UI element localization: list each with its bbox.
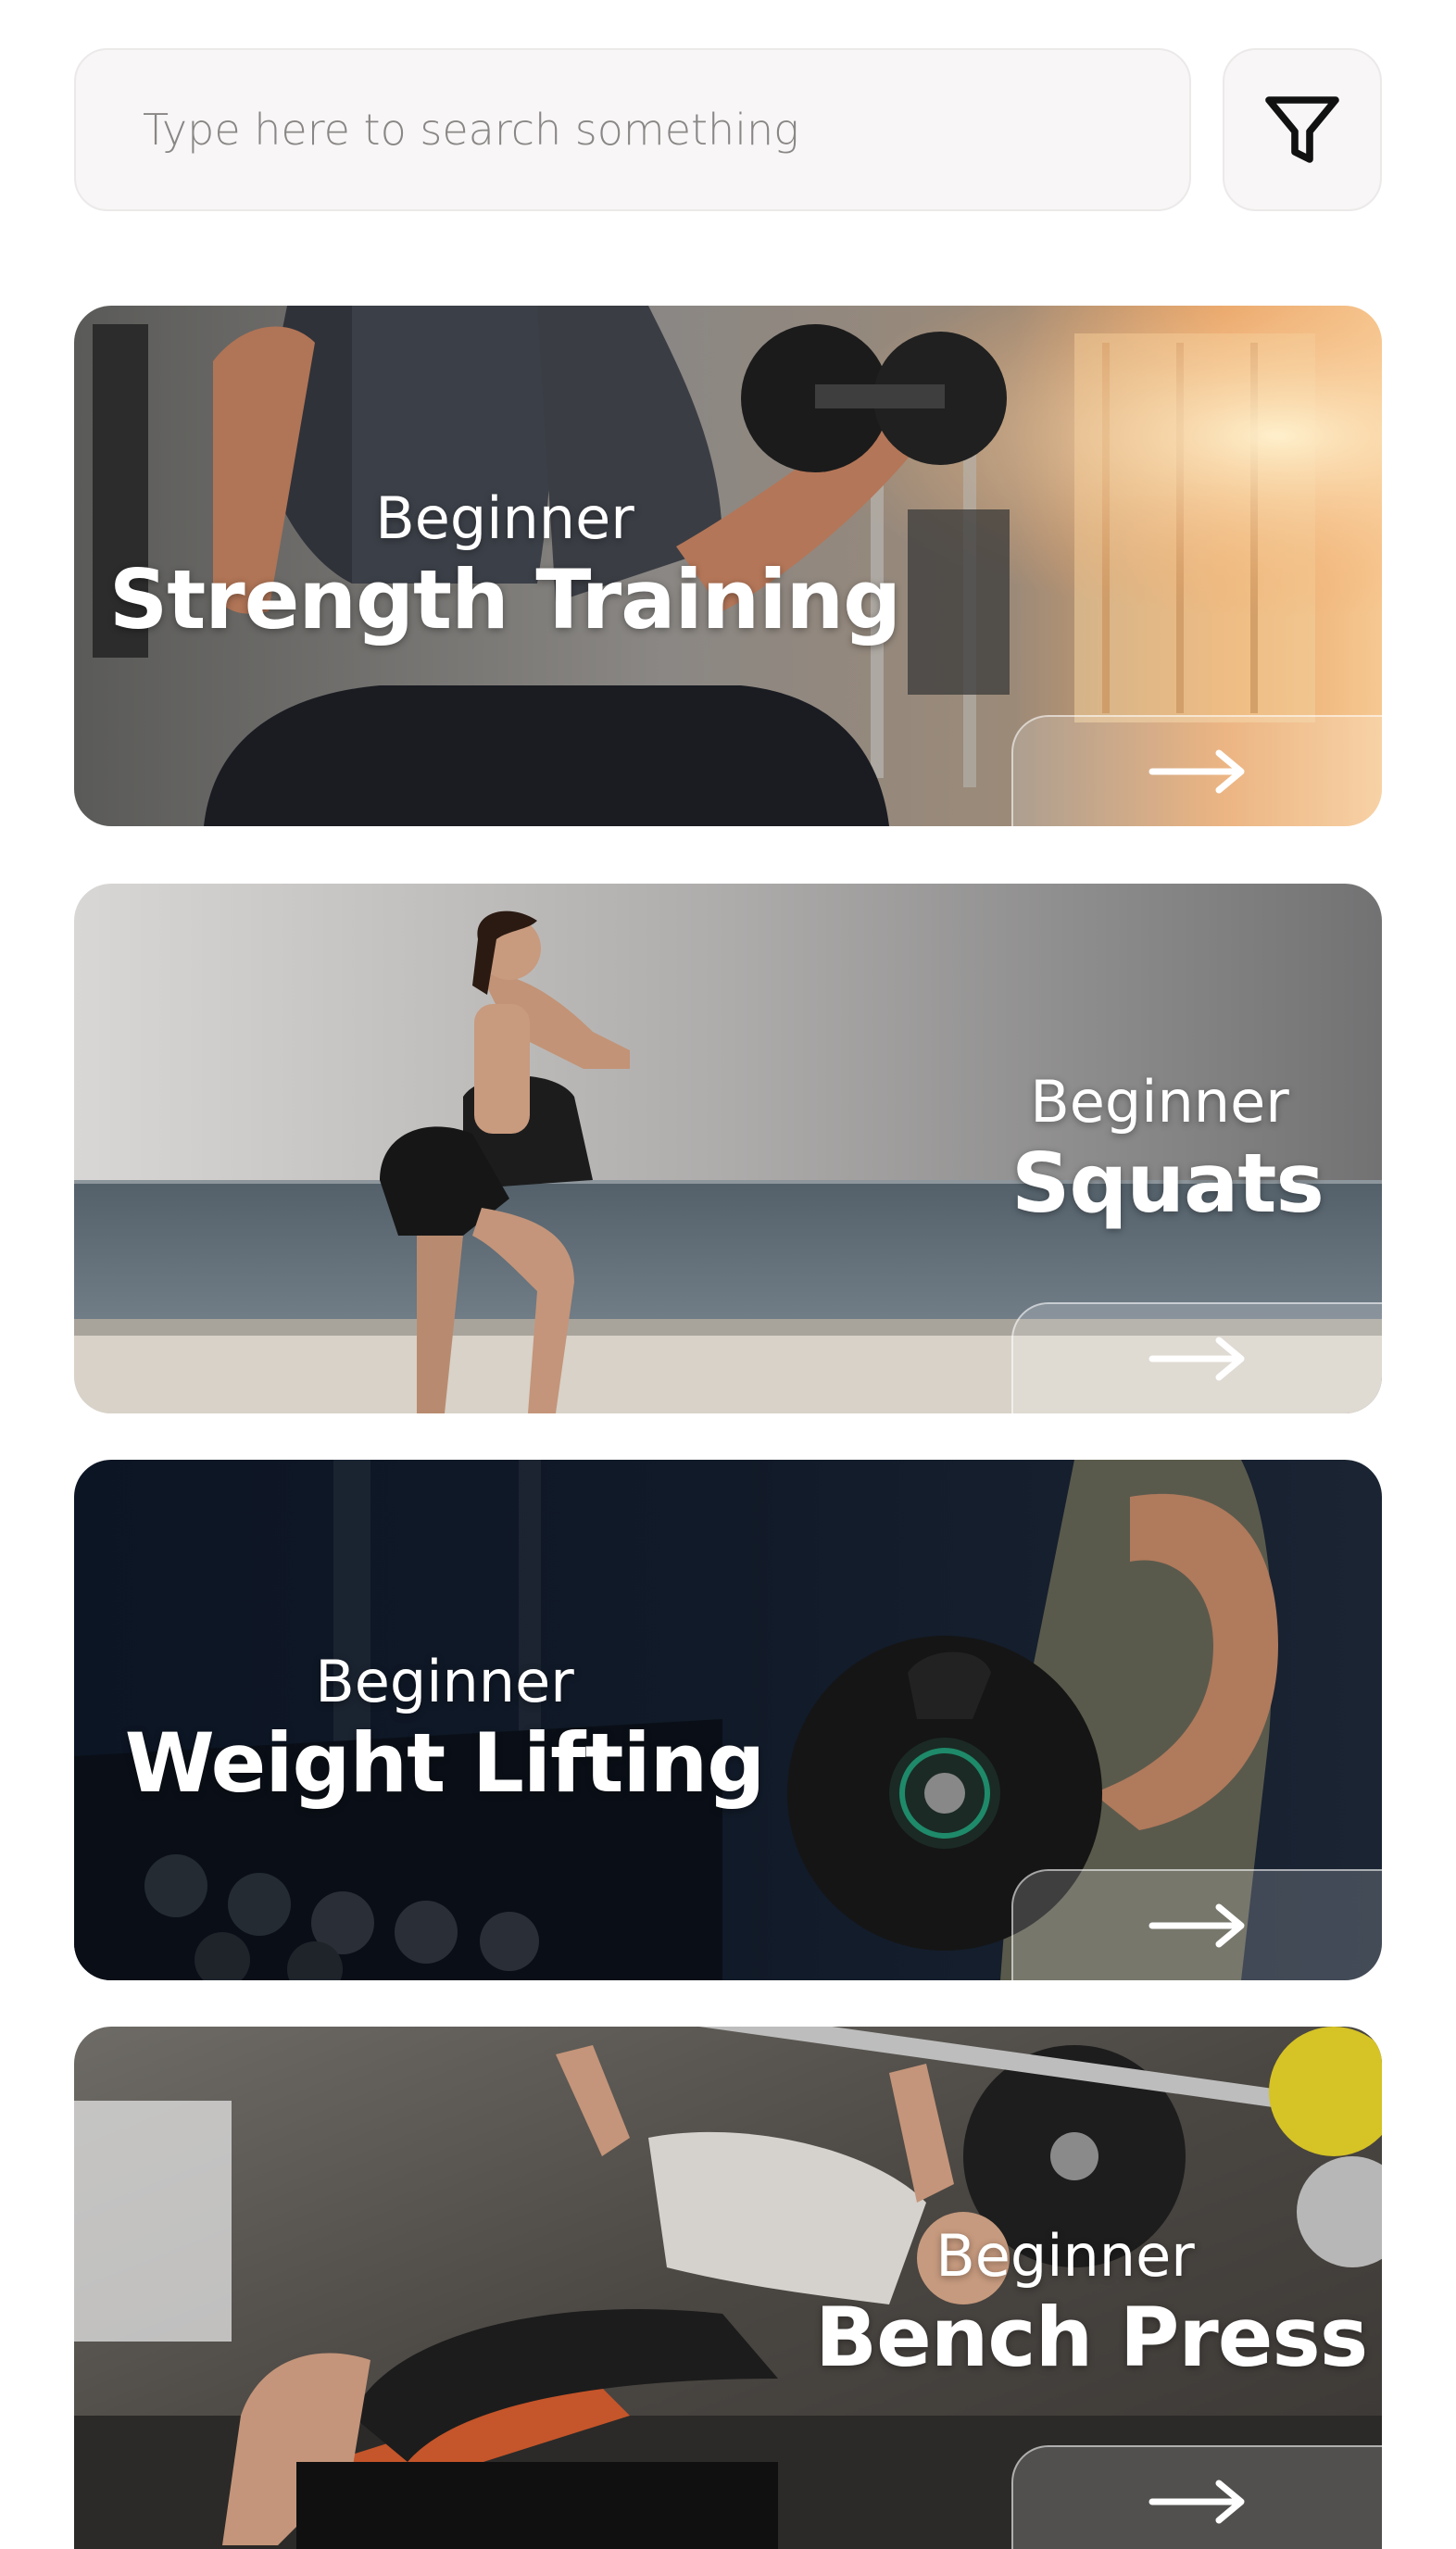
search-row [74,48,1382,211]
card-text-group: Beginner Bench Press [815,2221,1368,2385]
filter-funnel-icon [1265,96,1339,163]
workout-card-squats[interactable]: Beginner Squats [74,884,1382,1413]
arrow-right-icon [1148,1337,1245,1381]
card-title: Bench Press [815,2290,1368,2385]
card-level: Beginner [935,2222,1195,2290]
card-title: Squats [1011,1136,1324,1231]
card-text-group: Beginner Squats [1011,1067,1324,1231]
card-arrow-button[interactable] [1011,2445,1382,2549]
card-text-group: Beginner Strength Training [74,483,935,647]
card-level: Beginner [315,1648,574,1715]
card-level: Beginner [375,484,634,552]
filter-button[interactable] [1223,48,1382,211]
workout-card-bench-press[interactable]: Beginner Bench Press [74,2027,1382,2549]
card-title: Strength Training [108,552,901,647]
card-arrow-button[interactable] [1011,715,1382,826]
arrow-right-icon [1148,749,1245,794]
search-box[interactable] [74,48,1191,211]
card-text-group: Beginner Weight Lifting [74,1647,815,1810]
workout-card-weight-lifting[interactable]: Beginner Weight Lifting [74,1460,1382,1980]
arrow-right-icon [1148,2480,1245,2524]
arrow-right-icon [1148,1903,1245,1948]
card-arrow-button[interactable] [1011,1302,1382,1413]
workout-list-screen: Beginner Strength Training [0,0,1456,2549]
workout-card-strength-training[interactable]: Beginner Strength Training [74,306,1382,826]
card-arrow-button[interactable] [1011,1869,1382,1980]
search-input[interactable] [143,50,1161,209]
card-title: Weight Lifting [124,1715,766,1811]
card-level: Beginner [1030,1068,1289,1136]
